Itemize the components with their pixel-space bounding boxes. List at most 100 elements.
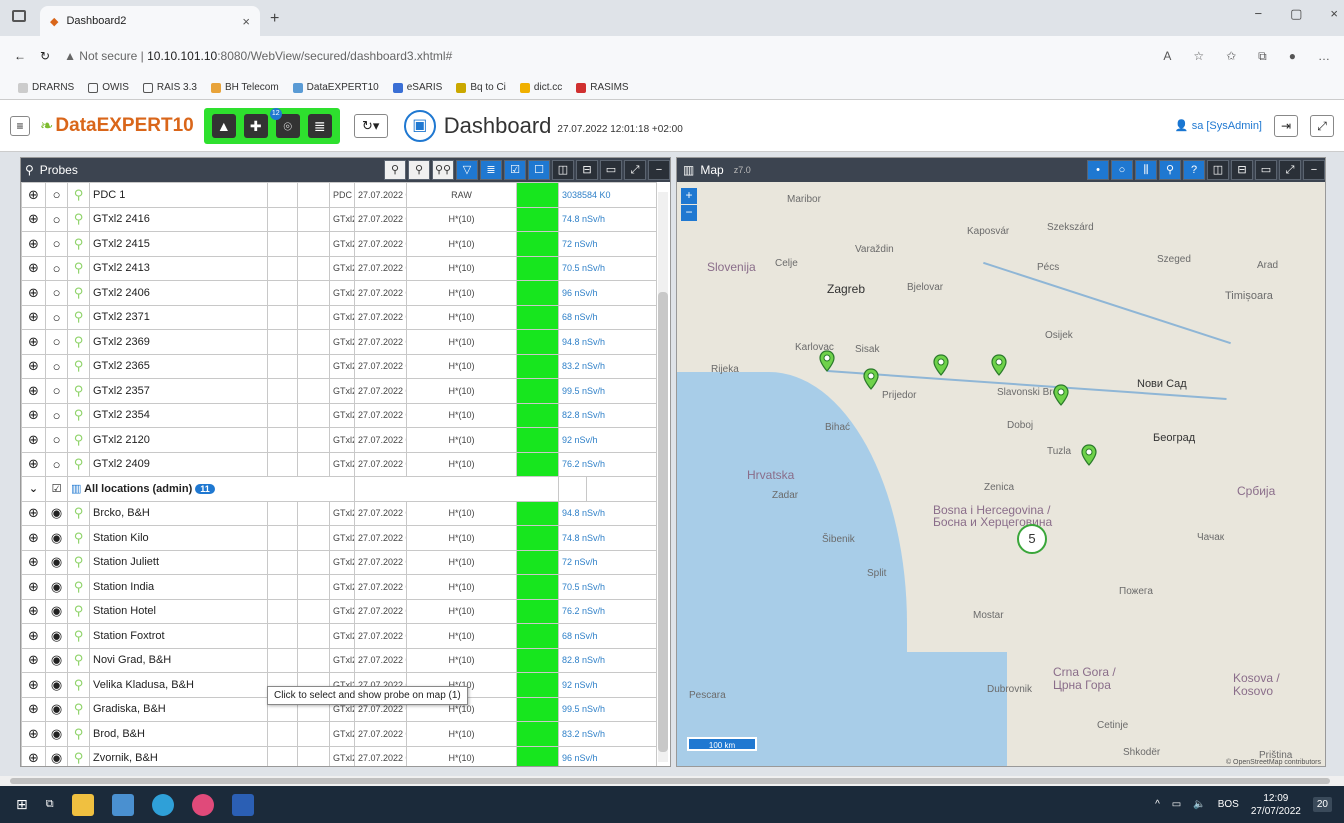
table-row[interactable]: ⊕◉⚲Station Kilo GTxl2:241627.07.2022 09:5…	[21, 525, 658, 551]
uncheck-all-button[interactable]: ☐	[528, 160, 550, 180]
select-radio[interactable]: ○	[45, 304, 68, 330]
probes-scrollbar[interactable]	[658, 192, 668, 762]
file-explorer-icon[interactable]	[71, 793, 94, 816]
bookmark-item[interactable]: DataEXPERT10	[292, 82, 379, 93]
select-radio[interactable]: ◉	[45, 525, 68, 551]
select-radio[interactable]: ◉	[45, 721, 68, 747]
map-marker-icon[interactable]	[1081, 444, 1097, 466]
search-map-button[interactable]: ⚲	[1159, 160, 1181, 180]
table-row[interactable]: ⊕○⚲GTxl2 2413 GTxl2:241327.07.2022 09:50:…	[21, 255, 658, 281]
zoom-in-button[interactable]: +	[681, 188, 697, 204]
list-button[interactable]: ≣	[307, 113, 332, 138]
expand-icon[interactable]: ⊕	[21, 574, 46, 600]
map-marker-icon[interactable]	[933, 354, 949, 376]
expand-icon[interactable]: ⊕	[21, 255, 46, 281]
table-row[interactable]: ⊕◉⚲Brcko, B&H GTxl2:236927.07.2022 09:50:…	[21, 500, 658, 526]
collections-icon[interactable]: ⧉	[1258, 49, 1267, 64]
profile-icon[interactable]: ●	[1289, 49, 1296, 64]
select-radio[interactable]: ○	[45, 182, 68, 208]
task-view-icon[interactable]: ⧉	[46, 798, 54, 811]
read-aloud-icon[interactable]: A	[1163, 49, 1171, 64]
expand-icon[interactable]: ⊕	[21, 329, 46, 355]
network-app-icon[interactable]	[111, 793, 134, 816]
table-row[interactable]: ⊕○⚲GTxl2 2357 GTxl2:235727.07.2022 09:50:…	[21, 378, 658, 404]
pin-filter-button[interactable]: ⚲	[384, 160, 406, 180]
edge-icon[interactable]	[151, 793, 174, 816]
clock[interactable]: 12:09 27/07/2022	[1251, 792, 1301, 818]
expand-icon[interactable]: ⊕	[21, 304, 46, 330]
select-radio[interactable]: ○	[45, 451, 68, 477]
expand-icon[interactable]: ⊕	[21, 623, 46, 649]
page-scroll-thumb[interactable]	[10, 778, 1330, 784]
table-row[interactable]: ⊕◉⚲Station Foxtrot GTxl2:237127.07.2022 0…	[21, 623, 658, 649]
expand-icon[interactable]: ⊕	[21, 206, 46, 232]
app-icon[interactable]	[191, 793, 214, 816]
select-radio[interactable]: ◉	[45, 598, 68, 624]
location-button[interactable]: ⌾ 12	[269, 107, 300, 138]
table-row[interactable]: ⊕○⚲PDC 1PDC 127.07.2022 09:45:23RAW30385…	[21, 182, 658, 208]
minimize-panel-button[interactable]: −	[648, 160, 670, 180]
expand-icon[interactable]: ⊕	[21, 598, 46, 624]
map-marker-icon[interactable]	[991, 354, 1007, 376]
table-row[interactable]: ⊕◉⚲Station Juliett GTxl2:241527.07.2022 0…	[21, 549, 658, 575]
select-radio[interactable]: ○	[45, 329, 68, 355]
select-radio[interactable]: ○	[45, 231, 68, 257]
tab-close-button[interactable]: ×	[242, 14, 250, 29]
expand-icon[interactable]: ⊕	[21, 451, 46, 477]
table-row[interactable]: ⊕◉⚲Station India GTxl2:241327.07.2022 09:…	[21, 574, 658, 600]
group-checkbox[interactable]: ☑	[45, 476, 68, 502]
map-split-button[interactable]: ◫	[1207, 160, 1229, 180]
bookmark-item[interactable]: RAIS 3.3	[142, 82, 197, 93]
table-row[interactable]: ⊕○⚲GTxl2 2120 GTxl2:212027.07.2022 09:50:…	[21, 427, 658, 453]
word-icon[interactable]	[231, 793, 254, 816]
expand-icon[interactable]: ⊕	[21, 402, 46, 428]
window-button[interactable]: ▭	[600, 160, 622, 180]
zoom-out-button[interactable]: −	[681, 205, 697, 221]
collapse-button[interactable]: ⊟	[576, 160, 598, 180]
select-radio[interactable]: ○	[45, 427, 68, 453]
select-radio[interactable]: ◉	[45, 647, 68, 673]
map-marker-icon[interactable]	[1053, 384, 1069, 406]
maximize-button[interactable]: ▢	[1290, 6, 1302, 22]
select-radio[interactable]: ◉	[45, 745, 68, 766]
pin-dark-filter-button[interactable]: ⚲	[408, 160, 430, 180]
page-horizontal-scrollbar[interactable]	[0, 776, 1344, 786]
user-menu[interactable]: 👤 sa [SysAdmin]	[1175, 119, 1262, 132]
fullscreen-button[interactable]: ⤢	[1310, 114, 1334, 137]
select-radio[interactable]: ◉	[45, 672, 68, 698]
help-button[interactable]: ?	[1183, 160, 1205, 180]
favorites-add-icon[interactable]: ☆	[1193, 49, 1204, 64]
expand-icon[interactable]: ⊕	[21, 182, 46, 208]
expand-icon[interactable]: ⊕	[21, 721, 46, 747]
bookmark-item[interactable]: RASIMS	[576, 82, 629, 93]
map-marker-icon[interactable]	[863, 368, 879, 390]
select-radio[interactable]: ○	[45, 402, 68, 428]
language-indicator[interactable]: BOS	[1218, 799, 1239, 810]
expand-icon[interactable]: ⊕	[21, 231, 46, 257]
select-radio[interactable]: ◉	[45, 696, 68, 722]
select-radio[interactable]: ○	[45, 378, 68, 404]
table-row[interactable]: ⊕◉⚲Brod, B&H GTxl2:236527.07.2022 09:50:0…	[21, 721, 658, 747]
expand-icon[interactable]: ⊕	[21, 549, 46, 575]
map-marker-icon[interactable]	[819, 350, 835, 372]
bookmark-item[interactable]: Bq to Ci	[456, 82, 506, 93]
expand-icon[interactable]: ⊕	[21, 500, 46, 526]
table-row[interactable]: ⊕◉⚲Zvornik, B&H GTxl2:240627.07.2022 09:5…	[21, 745, 658, 766]
bookmark-item[interactable]: BH Telecom	[210, 82, 279, 93]
bookmark-item[interactable]: eSARIS	[392, 82, 442, 93]
expand-icon[interactable]: ⊕	[21, 280, 46, 306]
expand-icon[interactable]: ⊕	[21, 353, 46, 379]
browser-tab[interactable]: ◆ Dashboard2 ×	[40, 6, 260, 36]
firstaid-button[interactable]: ✚	[243, 113, 268, 138]
map-window-button[interactable]: ▭	[1255, 160, 1277, 180]
maximize-panel-button[interactable]: ⤢	[624, 160, 646, 180]
circle-button[interactable]: ○	[1111, 160, 1133, 180]
map-collapse-button[interactable]: ⊟	[1231, 160, 1253, 180]
expand-icon[interactable]: ⊕	[21, 696, 46, 722]
table-row[interactable]: ⊕○⚲GTxl2 2365 GTxl2:236527.07.2022 09:50:…	[21, 353, 658, 379]
group-row[interactable]: ⌄ ☑ ▥ All locations (admin) 11	[21, 476, 658, 502]
notifications-badge[interactable]: 20	[1312, 797, 1332, 812]
select-radio[interactable]: ○	[45, 280, 68, 306]
select-radio[interactable]: ○	[45, 255, 68, 281]
table-row[interactable]: ⊕◉⚲Station Hotel GTxl2:240927.07.2022 09:…	[21, 598, 658, 624]
